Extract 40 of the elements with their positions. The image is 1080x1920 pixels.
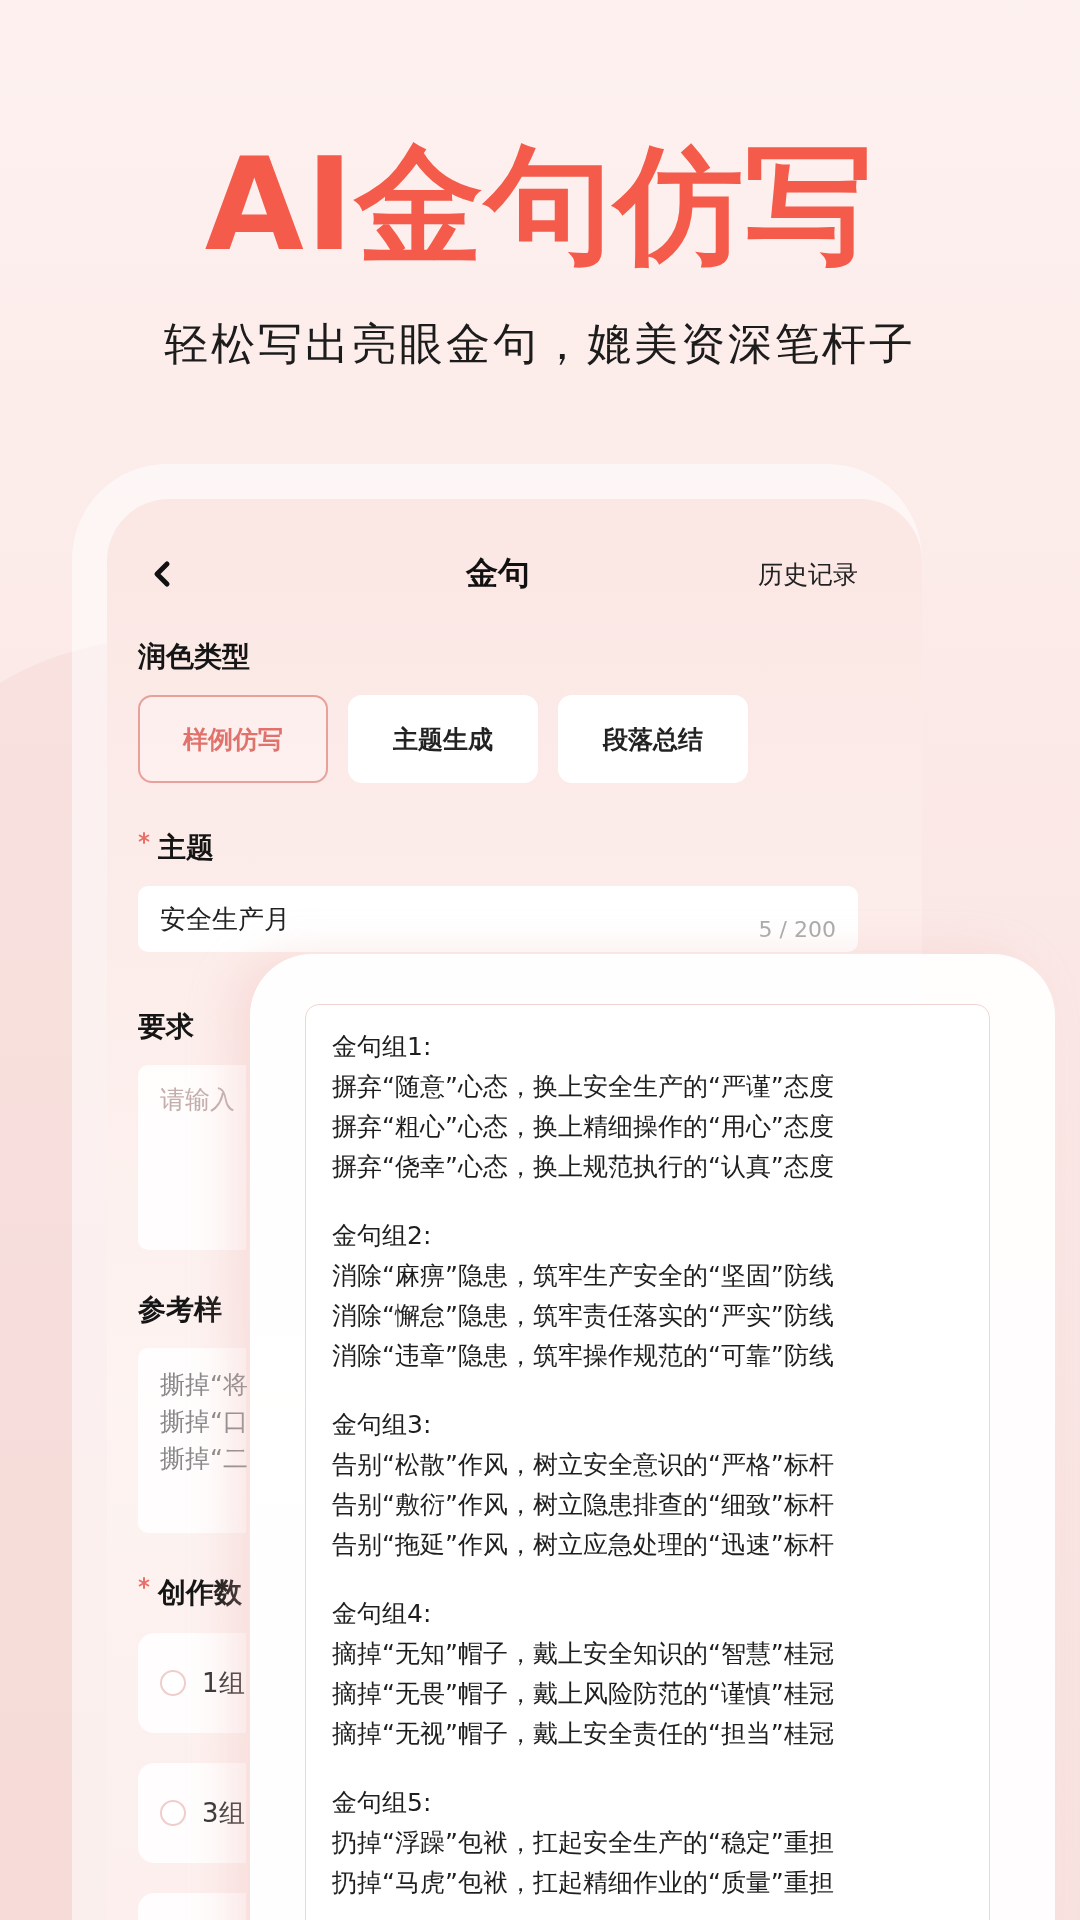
slogan-line: 摒弃“粗心”心态，换上精细操作的“用心”态度 xyxy=(332,1111,835,1143)
slogan-line: 摘掉“无视”帽子，戴上安全责任的“担当”桂冠 xyxy=(332,1718,835,1750)
slogan-line: 摘掉“无知”帽子，戴上安全知识的“智慧”桂冠 xyxy=(332,1638,835,1670)
type-option[interactable]: 主题生成 xyxy=(348,695,538,783)
field-label: 创作数 xyxy=(158,1575,242,1611)
slogan-line: 扔掉“浮躁”包袱，扛起安全生产的“稳定”重担 xyxy=(332,1827,835,1859)
reference-line: 撕掉“二 xyxy=(160,1443,248,1475)
slogan-line: 摒弃“侥幸”心态，换上规范执行的“认真”态度 xyxy=(332,1151,835,1183)
slogan-line: 告别“拖延”作风，树立应急处理的“迅速”标杆 xyxy=(332,1529,835,1561)
radio-button[interactable] xyxy=(160,1670,186,1696)
slogan-line: 告别“松散”作风，树立安全意识的“严格”标杆 xyxy=(332,1449,835,1481)
field-label: 主题 xyxy=(158,830,214,866)
slogan-line: 摒弃“随意”心态，换上安全生产的“严谨”态度 xyxy=(332,1071,835,1103)
slogan-line: 消除“麻痹”隐患，筑牢生产安全的“坚固”防线 xyxy=(332,1260,835,1292)
type-option[interactable]: 段落总结 xyxy=(558,695,748,783)
topic-field[interactable]: 安全生产月 5 / 200 xyxy=(138,886,858,952)
slogan-line: 扔掉“马虎”包袱，扛起精细作业的“质量”重担 xyxy=(332,1867,835,1899)
field-label: 润色类型 xyxy=(138,639,250,675)
headline: AI金句仿写 xyxy=(204,130,876,280)
field-label: 要求 xyxy=(138,1009,194,1045)
slogan-line: 摘掉“无畏”帽子，戴上风险防范的“谨慎”桂冠 xyxy=(332,1678,835,1710)
reference-line: 撕掉“口 xyxy=(160,1406,248,1438)
group-title: 金句组3: xyxy=(332,1409,433,1441)
group-title: 金句组5: xyxy=(332,1787,433,1819)
slogan-line: 消除“违章”隐患，筑牢操作规范的“可靠”防线 xyxy=(332,1340,835,1372)
group-title: 金句组2: xyxy=(332,1220,433,1252)
group-title: 金句组4: xyxy=(332,1598,433,1630)
count-option[interactable]: 3组 xyxy=(138,1763,246,1863)
slogan-line: 告别“敷衍”作风，树立隐患排查的“细致”标杆 xyxy=(332,1489,835,1521)
radio-button[interactable] xyxy=(160,1800,186,1826)
slogan-line: 消除“懈怠”隐患，筑牢责任落实的“严实”防线 xyxy=(332,1300,835,1332)
subtitle: 轻松写出亮眼金句，媲美资深笔杆子 xyxy=(164,317,916,371)
group-title: 金句组1: xyxy=(332,1031,433,1063)
reference-field[interactable]: 撕掉“将 撕掉“口 撕掉“二 xyxy=(138,1348,246,1533)
page-title: 金句 xyxy=(466,553,530,594)
field-label: 参考样 xyxy=(138,1292,222,1328)
history-link[interactable]: 历史记录 xyxy=(758,557,858,591)
count-option[interactable]: 1组 xyxy=(138,1633,246,1733)
reference-line: 撕掉“将 xyxy=(160,1369,248,1401)
char-counter: 5 / 200 xyxy=(758,917,836,942)
